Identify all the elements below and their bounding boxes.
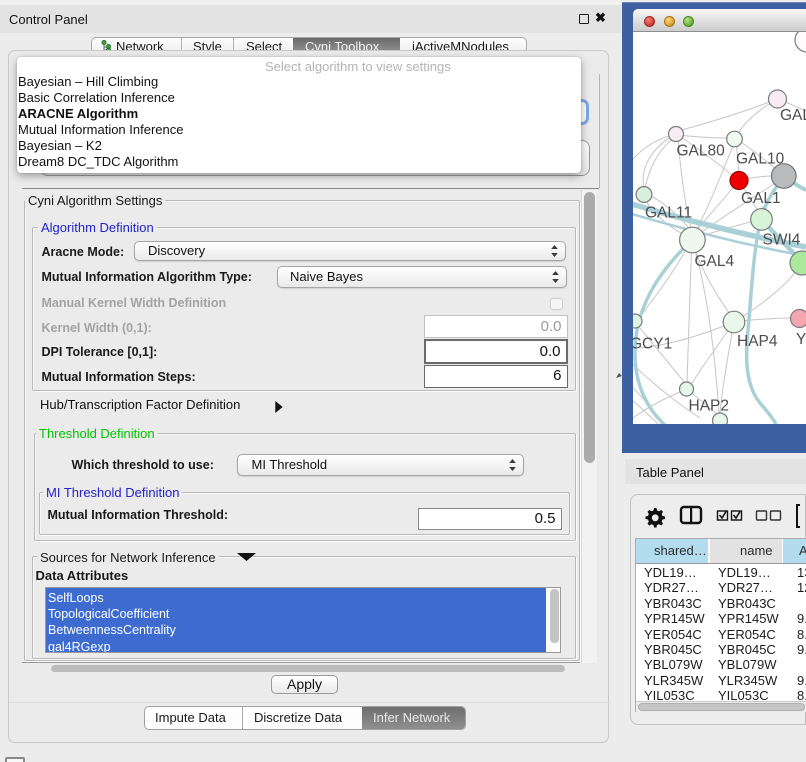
svg-text:GAL80: GAL80	[677, 143, 726, 160]
svg-text:HAP4: HAP4	[737, 333, 778, 350]
svg-text:Y: Y	[796, 331, 806, 348]
svg-text:GCY1: GCY1	[633, 336, 672, 353]
svg-text:HAP2: HAP2	[689, 398, 730, 415]
svg-text:GAL1: GAL1	[741, 190, 781, 207]
svg-text:GAL11: GAL11	[645, 205, 692, 222]
svg-text:GAL4: GAL4	[695, 253, 735, 270]
svg-text:GAL7: GAL7	[780, 107, 806, 124]
svg-text:GAL10: GAL10	[736, 151, 785, 168]
svg-text:SWI4: SWI4	[763, 232, 801, 249]
